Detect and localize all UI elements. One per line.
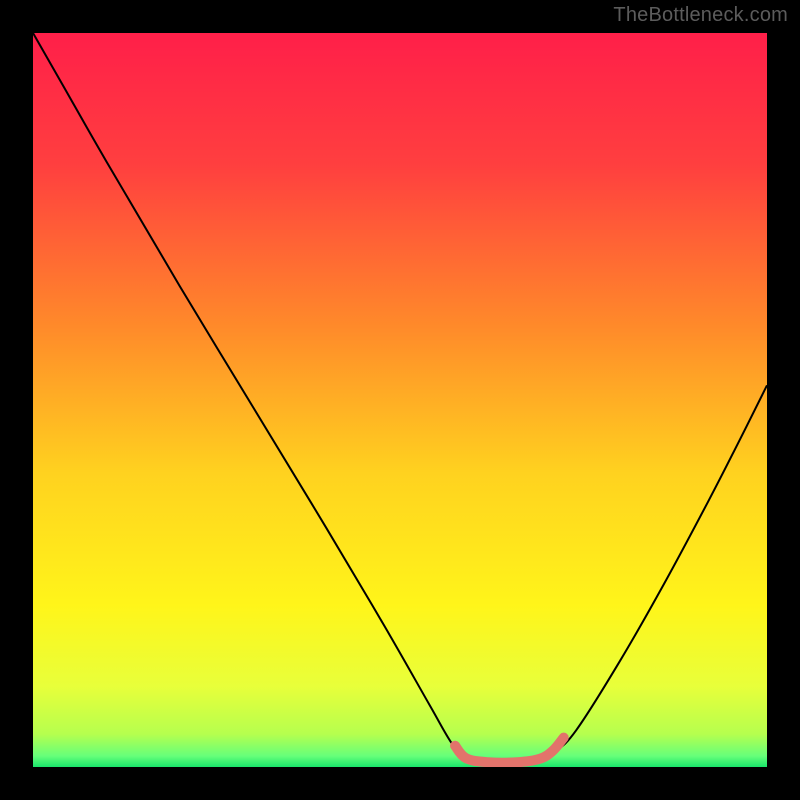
watermark-text: TheBottleneck.com — [613, 4, 788, 27]
chart-frame: TheBottleneck.com — [0, 0, 800, 800]
bottleneck-chart — [33, 33, 767, 767]
